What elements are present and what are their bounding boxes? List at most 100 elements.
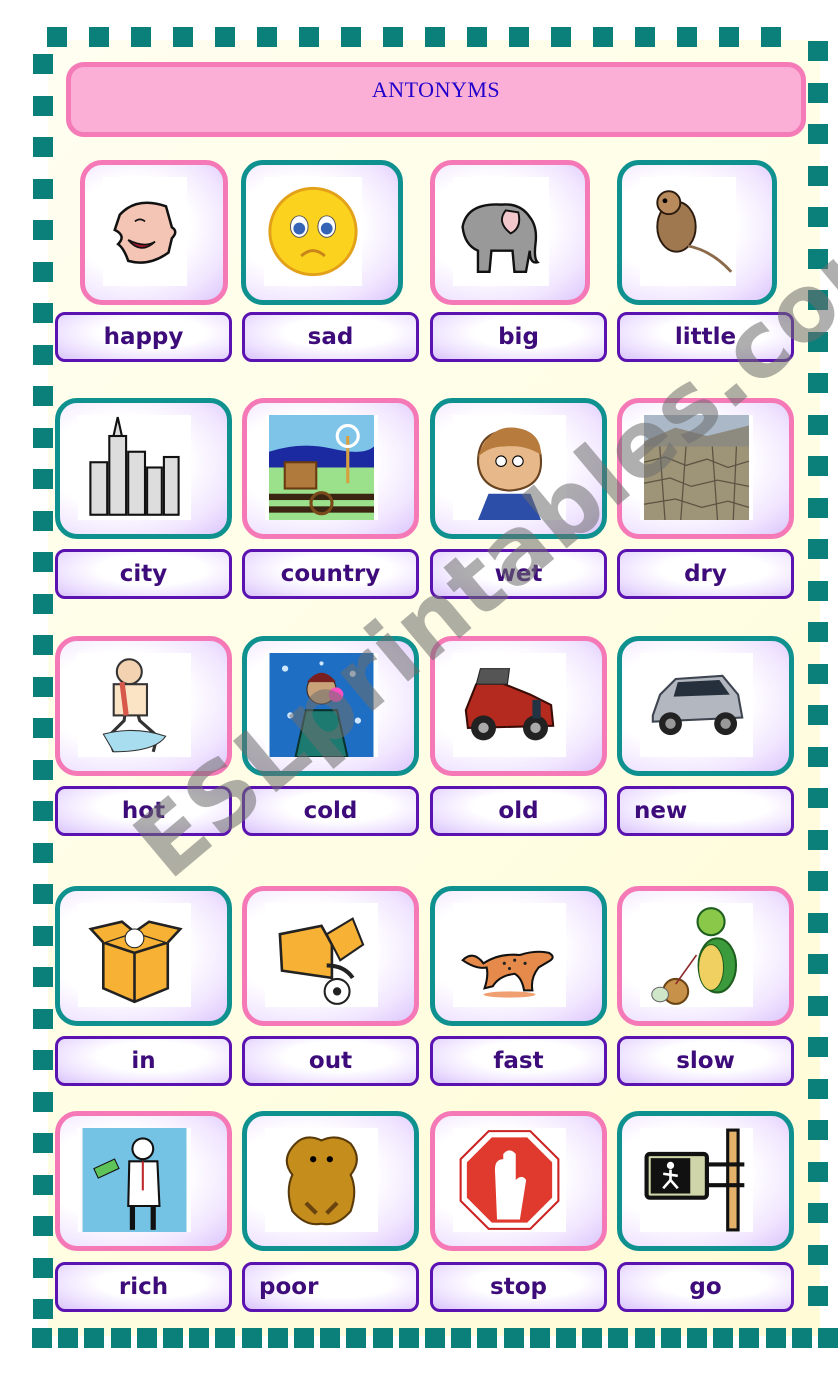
word-label-slow: slow [617,1036,794,1086]
border-square [808,788,828,808]
border-square [477,1328,498,1348]
freezing-man-icon [265,653,378,757]
border-square [808,248,828,269]
border-square [299,27,319,47]
border-square [341,27,361,47]
border-square [808,373,828,393]
border-square [294,1328,314,1348]
border-square [383,27,403,47]
border-square [808,995,828,1016]
border-square [808,124,828,144]
word-label-cold: cold [242,786,419,836]
border-square [808,1120,828,1140]
border-square [33,344,53,365]
word-label-fast: fast [430,1036,607,1086]
border-square [509,27,529,47]
border-square [719,27,739,47]
picture-card-little [617,160,777,305]
border-square [33,1050,53,1070]
word-label-country: country [242,549,419,599]
border-square [808,1078,828,1099]
word-label-old: old [430,786,607,836]
picture-card-in [55,886,232,1026]
picture-card-big [430,160,590,305]
border-square [808,1037,828,1057]
border-square [267,1328,288,1348]
border-square [33,759,53,780]
border-square [58,1328,79,1348]
border-square [33,303,53,323]
border-square [33,801,53,821]
border-square [32,1328,52,1348]
border-square [33,967,53,987]
border-square [739,1328,760,1348]
border-square [33,925,53,946]
sad-smiley-icon [264,177,362,286]
border-square [84,1328,105,1348]
border-square [808,165,828,186]
border-square [131,27,151,47]
picture-card-wet [430,398,607,539]
word-label-hot: hot [55,786,232,836]
border-square [47,27,67,47]
border-square [241,1328,262,1348]
mouse-icon [640,177,736,286]
word-label-city: city [55,549,232,599]
border-square [33,386,53,406]
border-square [529,1328,550,1348]
border-square [33,95,53,116]
farm-windmill-icon [265,415,378,520]
border-square [346,1328,367,1348]
poor-bear-icon [265,1128,378,1232]
stop-sign-icon [453,1128,566,1232]
border-square [687,1328,707,1348]
border-square [33,1008,53,1029]
border-square [33,261,53,282]
border-square [173,27,193,47]
word-label-happy: happy [55,312,232,362]
border-square [33,510,53,531]
word-label-stop: stop [430,1262,607,1312]
border-square [89,27,109,47]
border-square [451,1328,472,1348]
border-square [320,1328,341,1348]
border-square [467,27,487,47]
picture-card-new [617,636,794,776]
sweating-man-icon [78,653,191,757]
vintage-car-icon [453,653,566,757]
border-square [110,1328,131,1348]
border-square [33,718,53,738]
picture-card-stop [430,1111,607,1251]
picture-card-cold [242,636,419,776]
border-square [163,1328,183,1348]
border-square [808,82,828,103]
border-square [808,622,828,642]
border-square [808,41,828,61]
border-square [608,1328,629,1348]
page-title: ANTONYMS [371,77,501,102]
cracked-earth-icon [640,415,753,520]
turtle-snail-icon [640,903,753,1007]
elephant-icon [453,177,549,286]
picture-card-poor [242,1111,419,1251]
border-square [765,1328,786,1348]
border-square [257,27,277,47]
border-square [808,829,828,850]
border-square [808,1244,828,1265]
picture-card-sad [241,160,403,305]
picture-card-city [55,398,232,539]
border-square [808,1286,828,1306]
word-label-wet: wet [430,549,607,599]
word-label-rich: rich [55,1262,232,1312]
border-square [808,414,828,435]
border-square [33,842,53,863]
border-square [808,663,828,684]
border-square [593,27,613,47]
border-square [808,331,828,352]
border-square [713,1328,734,1348]
word-label-big: big [430,312,607,362]
border-square [33,137,53,157]
border-square [818,1328,838,1348]
border-square [33,1216,53,1236]
border-square [503,1328,524,1348]
